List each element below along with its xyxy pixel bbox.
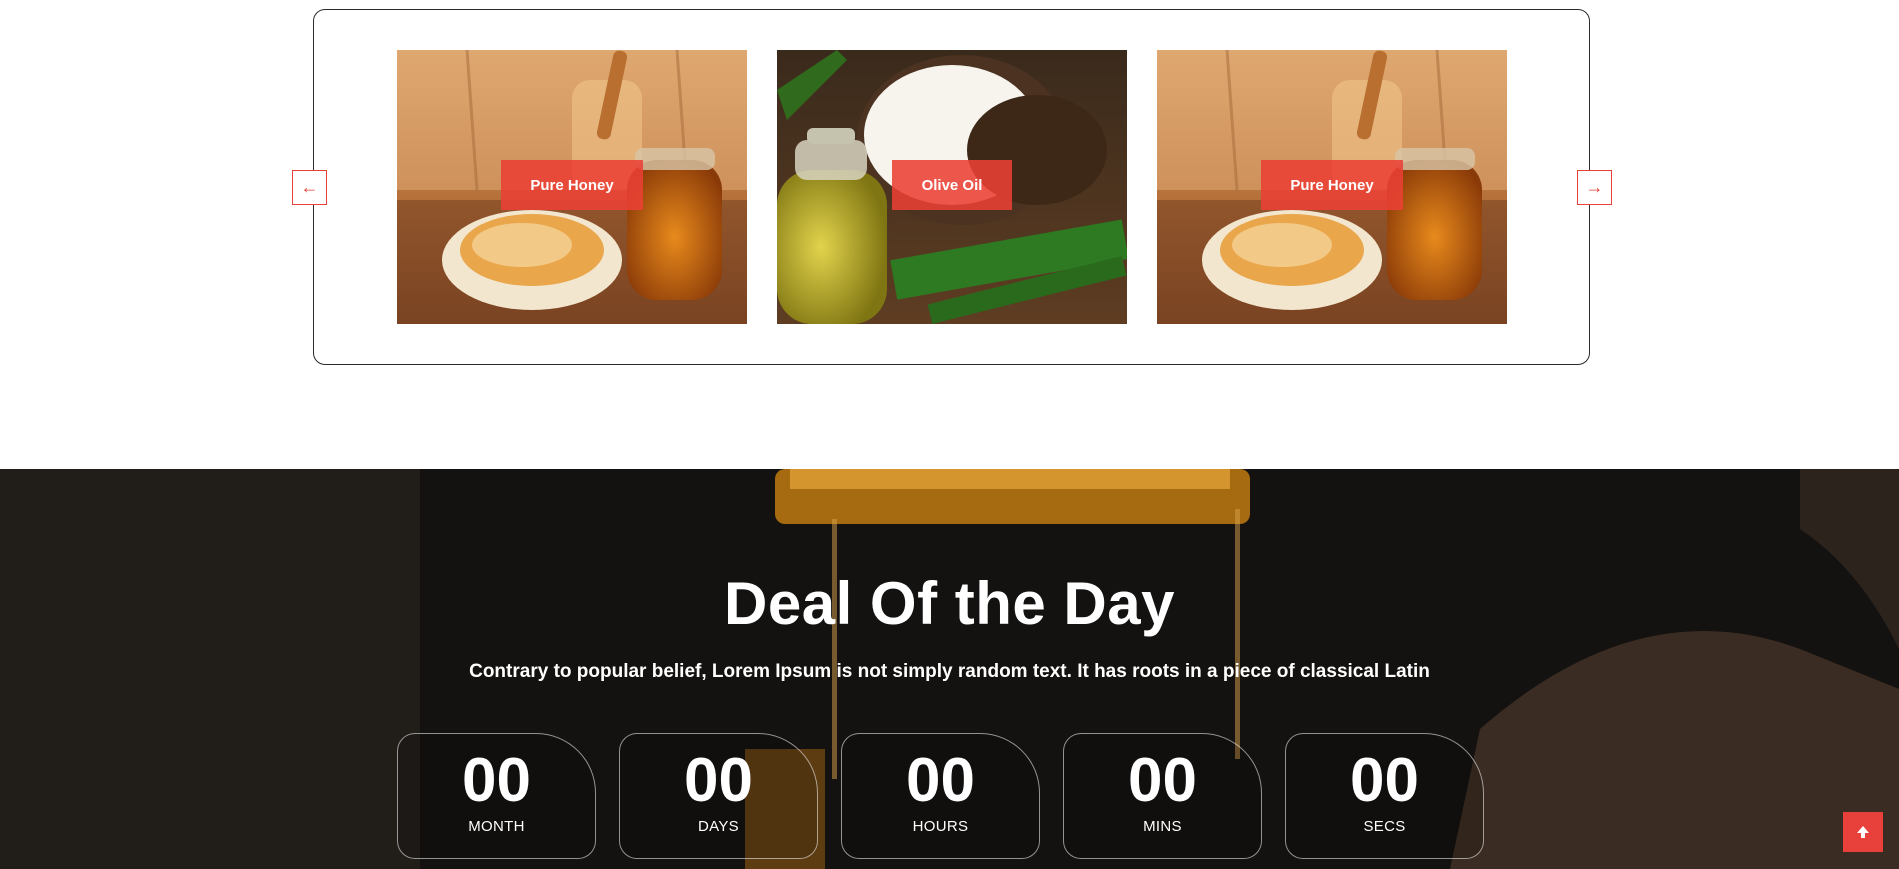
deal-subtitle: Contrary to popular belief, Lorem Ipsum … xyxy=(469,661,1430,682)
carousel-card[interactable]: Pure Honey xyxy=(397,50,747,324)
category-button[interactable]: Pure Honey xyxy=(501,160,643,210)
carousel-card[interactable]: Pure Honey xyxy=(1157,50,1507,324)
countdown-label: MONTH xyxy=(468,818,525,835)
countdown-secs: 00 SECS xyxy=(1285,733,1484,859)
carousel-next-button[interactable]: → xyxy=(1577,170,1612,205)
arrow-up-icon xyxy=(1857,826,1869,838)
countdown-month: 00 MONTH xyxy=(397,733,596,859)
scroll-to-top-button[interactable] xyxy=(1843,812,1883,852)
countdown-value: 00 xyxy=(1128,746,1197,815)
countdown-label: DAYS xyxy=(698,818,739,835)
deal-of-the-day-section: Deal Of the Day Contrary to popular beli… xyxy=(0,469,1899,869)
countdown-value: 00 xyxy=(462,746,531,815)
arrow-left-icon: ← xyxy=(300,177,319,197)
carousel-card[interactable]: Olive Oil xyxy=(777,50,1127,324)
countdown-hours: 00 HOURS xyxy=(841,733,1040,859)
arrow-right-icon: → xyxy=(1585,177,1604,197)
deal-title: Deal Of the Day xyxy=(724,570,1175,637)
category-button[interactable]: Olive Oil xyxy=(892,160,1012,210)
countdown-days: 00 DAYS xyxy=(619,733,818,859)
countdown-value: 00 xyxy=(906,746,975,815)
countdown-mins: 00 MINS xyxy=(1063,733,1262,859)
countdown-label: MINS xyxy=(1143,818,1182,835)
category-button[interactable]: Pure Honey xyxy=(1261,160,1403,210)
countdown-value: 00 xyxy=(1350,746,1419,815)
carousel-prev-button[interactable]: ← xyxy=(292,170,327,205)
countdown-value: 00 xyxy=(684,746,753,815)
countdown-label: HOURS xyxy=(912,818,969,835)
countdown-label: SECS xyxy=(1363,818,1406,835)
